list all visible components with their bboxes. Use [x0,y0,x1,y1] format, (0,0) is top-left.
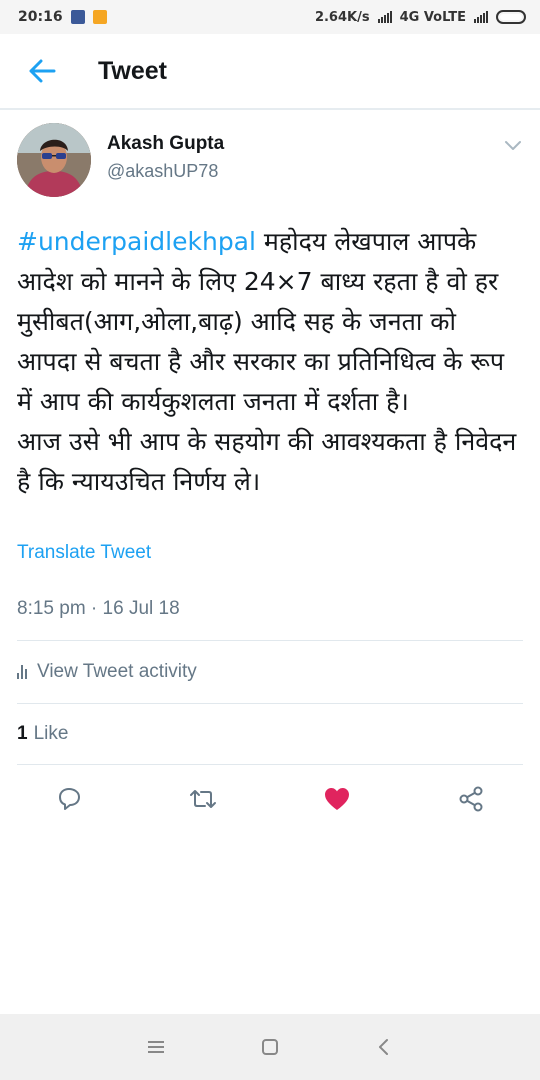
author-name[interactable]: Akash Gupta [107,133,224,155]
bar-chart-icon [17,665,27,679]
author-handle[interactable]: @akashUP78 [107,161,224,182]
back-button[interactable] [12,41,72,101]
menu-nav-button[interactable] [141,1032,171,1062]
author-info: Akash Gupta @akashUP78 [107,133,224,182]
activity-label: View Tweet activity [37,661,197,682]
retweet-button[interactable] [187,783,219,815]
like-button[interactable] [321,783,353,815]
menu-icon [148,1041,164,1053]
status-right: 2.64K/s 4G VoLTE [315,10,526,25]
facebook-notification-icon [70,10,85,24]
signal-icon [377,11,392,23]
view-tweet-activity-button[interactable]: View Tweet activity [17,641,523,703]
app-header: Tweet [0,34,540,110]
chevron-down-icon [505,141,521,150]
page-title: Tweet [98,56,167,85]
tweet-detail: Akash Gupta @akashUP78 #underpaidlekhpal… [17,110,523,833]
arrow-left-icon [29,59,56,83]
tweet-actions [17,765,523,833]
chevron-left-icon [379,1039,388,1055]
hashtag-link[interactable]: #underpaidlekhpal [17,227,256,256]
likes-row[interactable]: 1 Like [17,704,523,764]
retweet-icon [190,790,216,808]
tweet-timestamp: 8:15 pm · 16 Jul 18 [17,598,180,619]
signal-icon-2 [474,11,488,23]
like-count: 1 [17,723,28,744]
net-speed: 2.64K/s [314,9,370,25]
status-bar: 20:16 2.64K/s 4G VoLTE [0,0,540,34]
home-nav-button[interactable] [255,1032,285,1062]
system-nav-bar [0,1014,540,1080]
translate-tweet-link[interactable]: Translate Tweet [17,542,523,564]
status-time: 20:16 [18,9,63,25]
tweet-body: महोदय लेखपाल आपके आदेश को मानने के लिए 2… [17,227,517,496]
avatar-image [17,123,91,197]
tweet-options-button[interactable] [503,138,523,154]
share-button[interactable] [455,783,487,815]
author-row: Akash Gupta @akashUP78 [17,110,523,210]
heart-icon [325,788,349,810]
reply-button[interactable] [53,783,85,815]
tweet-text: #underpaidlekhpal महोदय लेखपाल आपके आदेश… [17,222,523,502]
like-label: Like [33,723,69,744]
battery-icon [496,10,526,24]
share-icon [459,786,483,812]
avatar[interactable] [17,123,91,197]
app-notification-icon [92,10,107,24]
back-nav-button[interactable] [369,1032,399,1062]
network-type: 4G VoLTE [399,9,466,25]
reply-icon [59,788,80,810]
home-square-icon [262,1039,278,1055]
